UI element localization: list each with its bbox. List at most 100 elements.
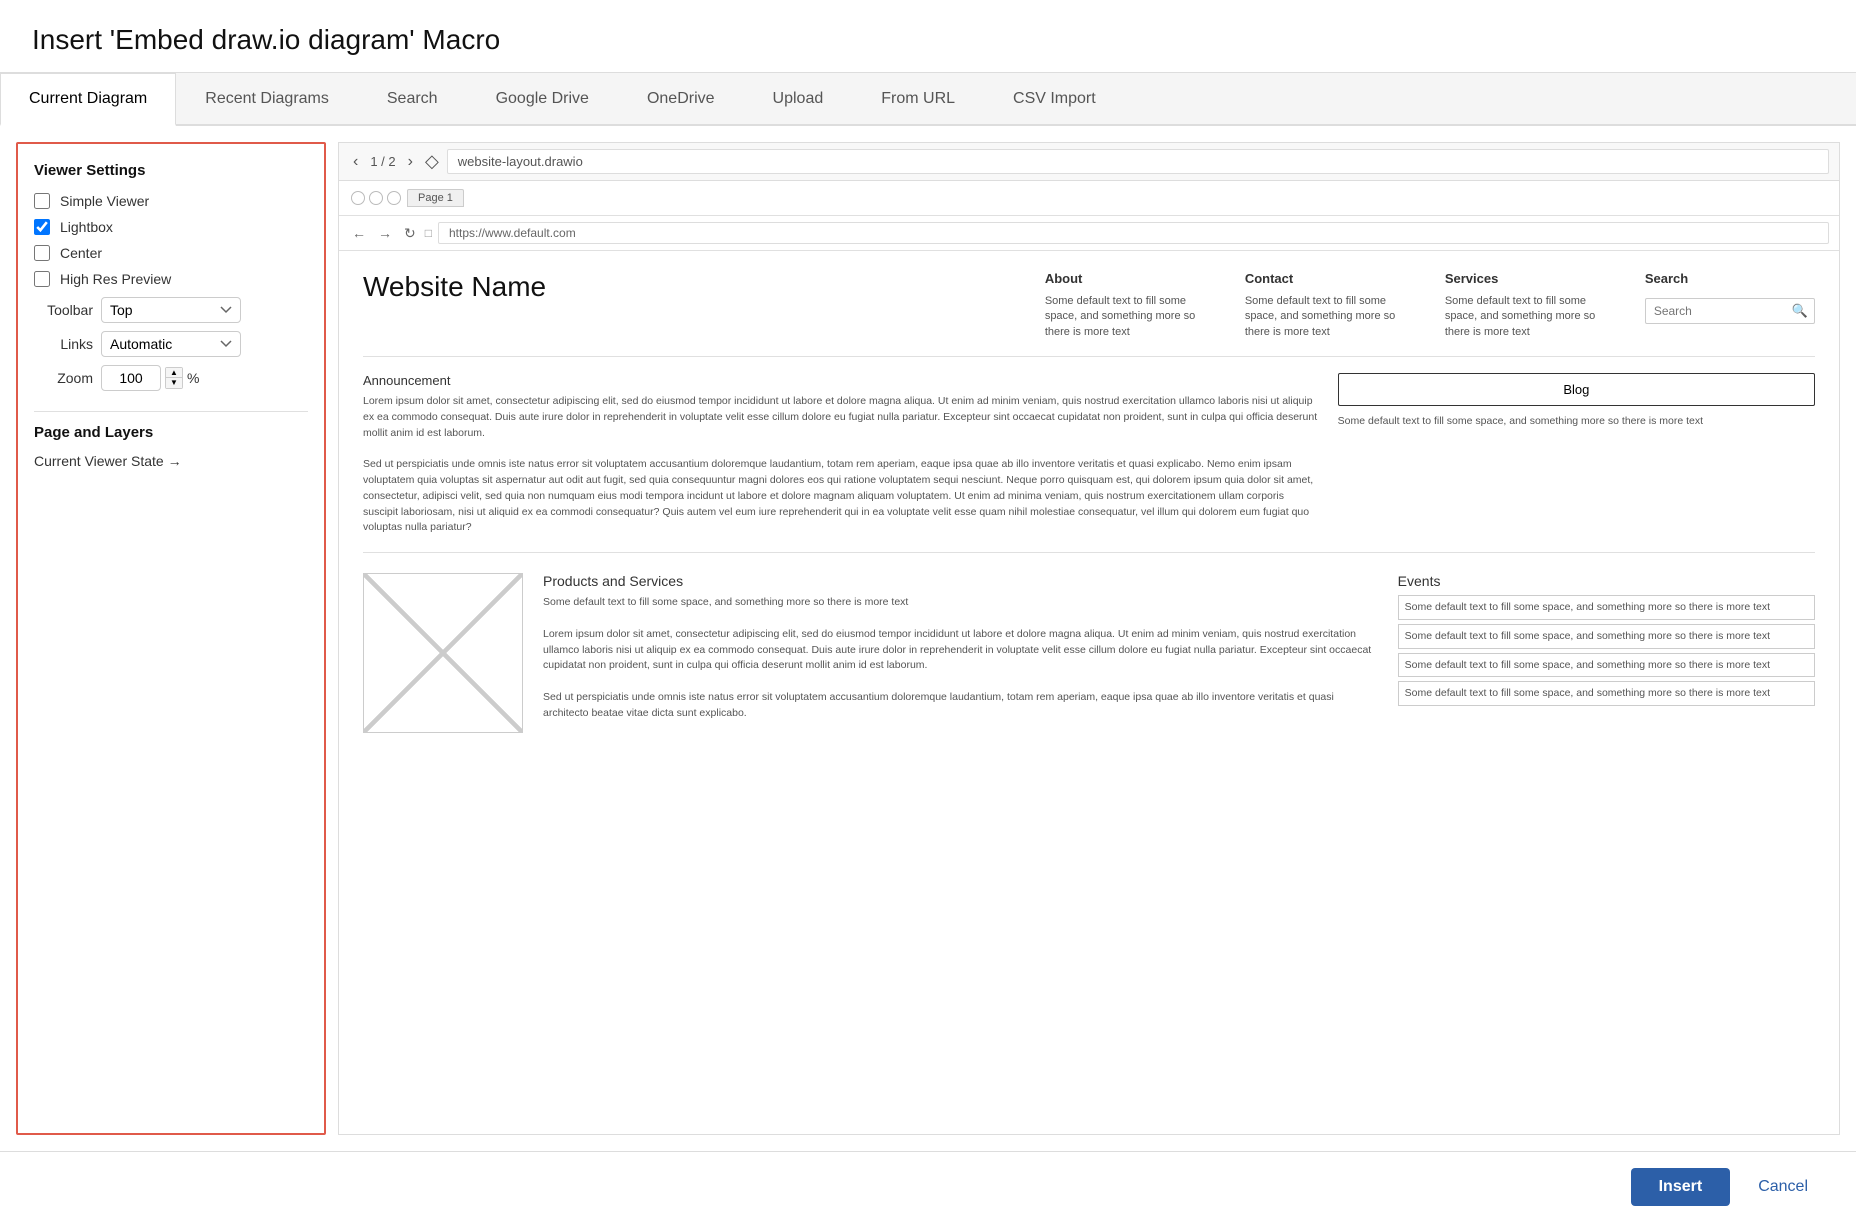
- products-section: Products and Services Some default text …: [363, 573, 1815, 733]
- tab-current-diagram[interactable]: Current Diagram: [0, 73, 176, 126]
- event-item-1: Some default text to fill some space, an…: [1398, 595, 1815, 620]
- services-text: Some default text to fill some space, an…: [1445, 294, 1605, 340]
- zoom-down-button[interactable]: ▼: [166, 378, 182, 388]
- event-item-4: Some default text to fill some space, an…: [1398, 681, 1815, 706]
- nav-col-search: Search 🔍: [1645, 271, 1815, 340]
- dot-3: [387, 191, 401, 205]
- lorem-short: Lorem ipsum dolor sit amet, consectetur …: [363, 394, 1318, 441]
- high-res-row: High Res Preview: [34, 271, 308, 287]
- filename-bar: website-layout.drawio: [447, 149, 1829, 174]
- products-lorem: Lorem ipsum dolor sit amet, consectetur …: [543, 627, 1378, 674]
- current-viewer-state[interactable]: Current Viewer State →: [34, 453, 308, 469]
- dot-1: [351, 191, 365, 205]
- right-panel: ‹ 1 / 2 › ◇ website-layout.drawio: [338, 142, 1840, 1135]
- search-input[interactable]: [1646, 300, 1786, 322]
- side-text: Some default text to fill some space, an…: [1338, 414, 1815, 430]
- forward-button[interactable]: →: [375, 223, 395, 243]
- nav-col-contact: Contact Some default text to fill some s…: [1245, 271, 1405, 340]
- tab-upload[interactable]: Upload: [744, 73, 853, 124]
- tab-onedrive[interactable]: OneDrive: [618, 73, 744, 124]
- products-text1: Some default text to fill some space, an…: [543, 595, 1378, 611]
- links-select[interactable]: Automatic Blank Self: [101, 331, 241, 357]
- products-title: Products and Services: [543, 573, 1378, 589]
- zoom-input-wrap: ▲ ▼ %: [101, 365, 199, 391]
- nav-col-about: About Some default text to fill some spa…: [1045, 271, 1205, 340]
- address-bar[interactable]: https://www.default.com: [438, 222, 1829, 244]
- search-box: 🔍: [1645, 298, 1815, 324]
- links-row: Links Automatic Blank Self: [34, 331, 308, 357]
- modal-title: Insert 'Embed draw.io diagram' Macro: [32, 24, 1824, 56]
- page-indicator: 1 / 2: [370, 154, 395, 169]
- tab-from-url[interactable]: From URL: [852, 73, 984, 124]
- diagram-preview: Page 1 ← → ↻ □ https://www.default.com: [339, 181, 1839, 1134]
- tab-csv-import[interactable]: CSV Import: [984, 73, 1125, 124]
- back-button[interactable]: ←: [349, 223, 369, 243]
- links-label: Links: [38, 336, 93, 352]
- diagram-toolbar: ‹ 1 / 2 › ◇ website-layout.drawio: [339, 143, 1839, 181]
- lightbox-checkbox[interactable]: [34, 219, 50, 235]
- lightbox-row: Lightbox: [34, 219, 308, 235]
- announcement-side: Blog Some default text to fill some spac…: [1338, 373, 1815, 536]
- product-main: Products and Services Some default text …: [543, 573, 1378, 733]
- refresh-button[interactable]: ↻: [401, 223, 419, 244]
- nav-links: About Some default text to fill some spa…: [1045, 271, 1815, 340]
- page-layers-title: Page and Layers: [34, 424, 308, 441]
- zoom-spinners: ▲ ▼: [165, 367, 183, 389]
- center-label[interactable]: Center: [60, 245, 102, 261]
- tab-google-drive[interactable]: Google Drive: [467, 73, 618, 124]
- prev-page-button[interactable]: ‹: [349, 151, 362, 173]
- lightbox-label[interactable]: Lightbox: [60, 219, 113, 235]
- toolbar-row: Toolbar Top Bottom Left Right None: [34, 297, 308, 323]
- about-text: Some default text to fill some space, an…: [1045, 294, 1205, 340]
- insert-button[interactable]: Insert: [1631, 1168, 1731, 1206]
- divider: [34, 411, 308, 412]
- announcement-section: Announcement Lorem ipsum dolor sit amet,…: [363, 373, 1815, 553]
- toolbar-select[interactable]: Top Bottom Left Right None: [101, 297, 241, 323]
- events-title: Events: [1398, 573, 1815, 589]
- tab-recent-diagrams[interactable]: Recent Diagrams: [176, 73, 358, 124]
- search-button[interactable]: 🔍: [1786, 299, 1814, 323]
- site-name: Website Name: [363, 271, 546, 303]
- center-row: Center: [34, 245, 308, 261]
- high-res-label[interactable]: High Res Preview: [60, 271, 171, 287]
- zoom-label: Zoom: [38, 370, 93, 386]
- center-checkbox[interactable]: [34, 245, 50, 261]
- modal-container: Insert 'Embed draw.io diagram' Macro Cur…: [0, 0, 1856, 1222]
- cancel-button[interactable]: Cancel: [1742, 1168, 1824, 1206]
- contact-text: Some default text to fill some space, an…: [1245, 294, 1405, 340]
- products-lorem2: Sed ut perspiciatis unde omnis iste natu…: [543, 690, 1378, 722]
- events-col: Events Some default text to fill some sp…: [1398, 573, 1815, 733]
- left-panel: Viewer Settings Simple Viewer Lightbox C…: [16, 142, 326, 1135]
- zoom-up-button[interactable]: ▲: [166, 368, 182, 378]
- toolbar-label: Toolbar: [38, 302, 93, 318]
- contact-title: Contact: [1245, 271, 1405, 286]
- page-icon: □: [425, 226, 432, 240]
- high-res-checkbox[interactable]: [34, 271, 50, 287]
- modal-header: Insert 'Embed draw.io diagram' Macro: [0, 0, 1856, 73]
- simple-viewer-label[interactable]: Simple Viewer: [60, 193, 149, 209]
- simple-viewer-row: Simple Viewer: [34, 193, 308, 209]
- product-image: [363, 573, 523, 733]
- event-item-2: Some default text to fill some space, an…: [1398, 624, 1815, 649]
- search-title: Search: [1645, 271, 1815, 286]
- tab-search[interactable]: Search: [358, 73, 467, 124]
- zoom-row: Zoom ▲ ▼ %: [34, 365, 308, 391]
- announcement-title: Announcement: [363, 373, 1318, 388]
- viewer-settings-title: Viewer Settings: [34, 162, 308, 179]
- modal-footer: Insert Cancel: [0, 1151, 1856, 1222]
- address-bar-row: ← → ↻ □ https://www.default.com: [339, 216, 1839, 251]
- zoom-input[interactable]: [101, 365, 161, 391]
- next-page-button[interactable]: ›: [404, 151, 417, 173]
- event-item-3: Some default text to fill some space, an…: [1398, 653, 1815, 678]
- website-preview: Page 1 ← → ↻ □ https://www.default.com: [339, 181, 1839, 753]
- simple-viewer-checkbox[interactable]: [34, 193, 50, 209]
- website-header: Website Name About Some default text to …: [363, 271, 1815, 357]
- nav-col-services: Services Some default text to fill some …: [1445, 271, 1605, 340]
- drawio-layers-icon[interactable]: ◇: [425, 151, 439, 172]
- zoom-percent: %: [187, 370, 199, 386]
- announcement-main: Announcement Lorem ipsum dolor sit amet,…: [363, 373, 1318, 536]
- browser-bar: Page 1: [339, 181, 1839, 216]
- blog-button[interactable]: Blog: [1338, 373, 1815, 406]
- browser-dots: [351, 191, 401, 205]
- page-tab[interactable]: Page 1: [407, 189, 464, 207]
